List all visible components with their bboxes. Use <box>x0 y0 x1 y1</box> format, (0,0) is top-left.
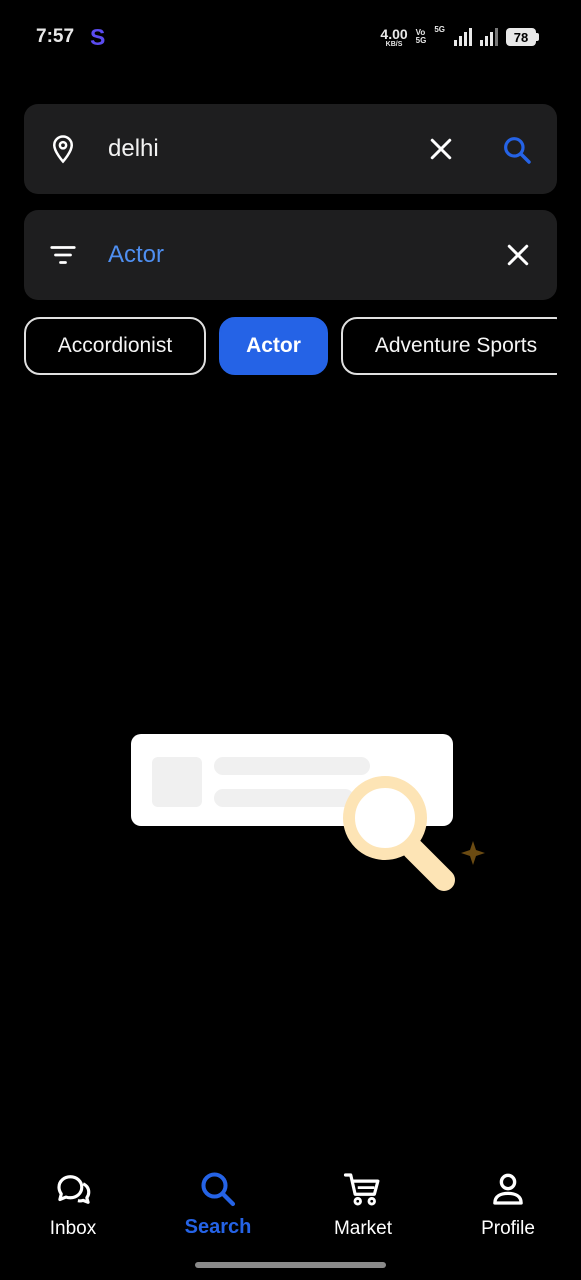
signal-icon-sim1 <box>454 28 472 46</box>
volte-bottom: 5G <box>415 36 427 45</box>
battery-icon: 78 <box>506 28 539 46</box>
category-filter-value[interactable]: Actor <box>108 238 164 272</box>
status-indicators: 4.00 KB/S Vo 5G 5G 78 <box>380 25 539 49</box>
clear-filter-icon[interactable] <box>503 240 533 270</box>
status-time: 7:57 <box>36 26 75 47</box>
network-type: 5G <box>434 25 445 34</box>
clear-location-icon[interactable] <box>426 134 456 164</box>
nav-profile[interactable]: Profile <box>448 1160 568 1250</box>
location-search-bar[interactable]: delhi <box>24 104 557 194</box>
nav-market-label: Market <box>333 1218 393 1239</box>
nav-search[interactable]: Search <box>158 1160 278 1250</box>
cart-icon <box>343 1173 380 1206</box>
battery-level: 78 <box>506 28 536 46</box>
chat-bubbles-icon <box>57 1175 91 1204</box>
chip-actor[interactable]: Actor <box>219 317 328 375</box>
person-icon <box>493 1173 523 1205</box>
chip-accordionist[interactable]: Accordionist <box>24 317 206 375</box>
filter-icon <box>50 246 76 264</box>
nav-market[interactable]: Market <box>303 1160 423 1250</box>
nav-inbox-label: Inbox <box>49 1218 97 1239</box>
signal-icon-sim2 <box>480 28 498 46</box>
location-pin-icon <box>52 135 74 164</box>
nav-search-label: Search <box>184 1216 252 1238</box>
network-speed: 4.00 KB/S <box>380 27 407 48</box>
app-notification-icon: S <box>90 24 106 50</box>
location-input[interactable]: delhi <box>108 132 159 166</box>
nav-inbox[interactable]: Inbox <box>13 1160 133 1250</box>
category-filter-bar[interactable]: Actor <box>24 210 557 300</box>
network-speed-unit: KB/S <box>385 40 403 48</box>
category-chips: Accordionist Actor Adventure Sports <box>24 317 557 379</box>
search-empty-illustration <box>131 734 485 891</box>
status-bar: 7:57 S 4.00 KB/S Vo 5G 5G 78 <box>0 0 581 76</box>
chip-adventure-sports[interactable]: Adventure Sports <box>341 317 557 375</box>
search-icon <box>201 1172 236 1207</box>
search-icon[interactable] <box>501 134 533 166</box>
home-indicator[interactable] <box>195 1262 386 1268</box>
volte-icon: Vo 5G <box>416 29 427 45</box>
network-speed-value: 4.00 <box>380 25 408 42</box>
nav-profile-label: Profile <box>481 1218 535 1239</box>
